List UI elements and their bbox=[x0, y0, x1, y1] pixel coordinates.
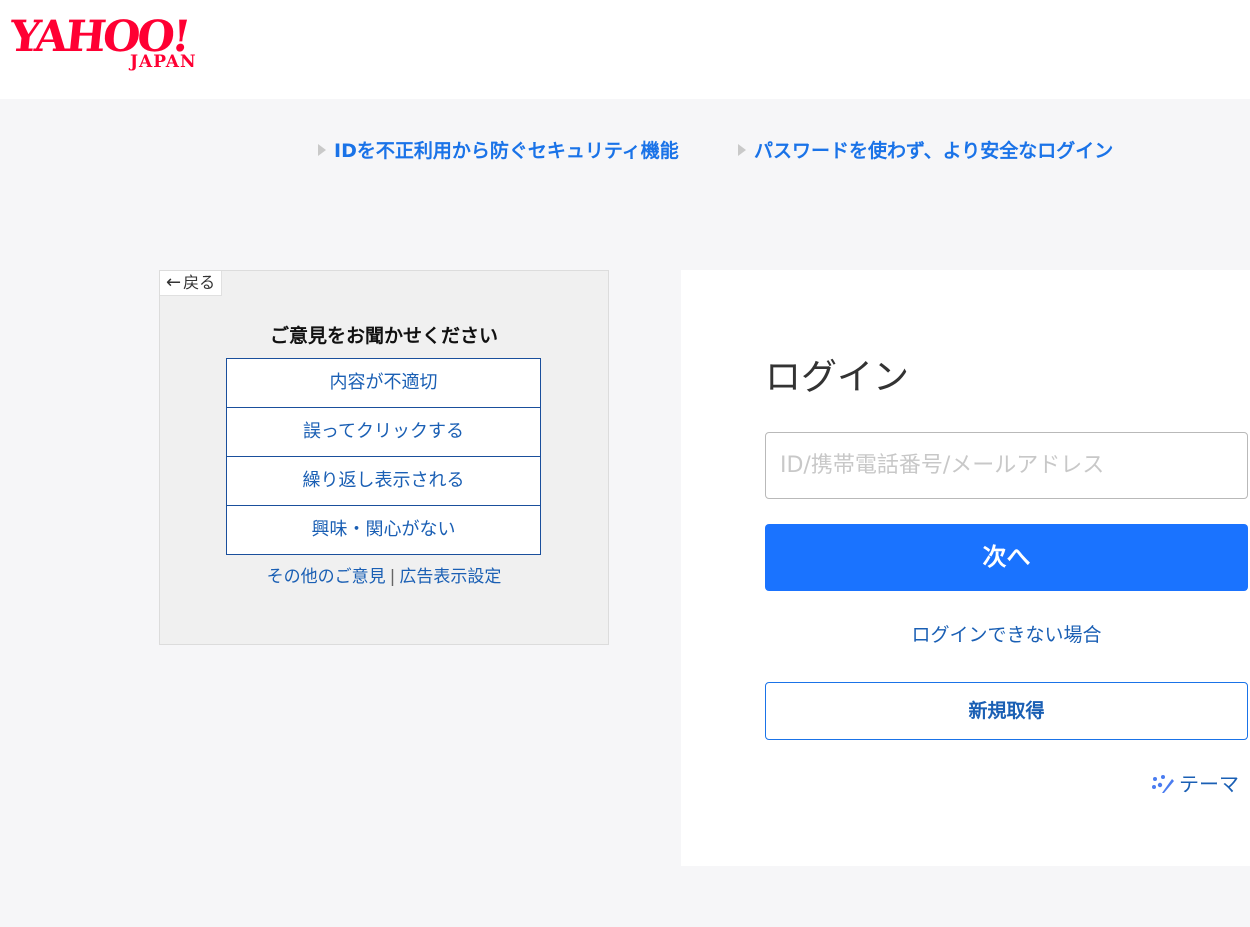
back-button-label: 戻る bbox=[183, 273, 216, 292]
sparkle-icon bbox=[1152, 774, 1174, 793]
promo-link-security[interactable]: IDを不正利用から防ぐセキュリティ機能 bbox=[318, 138, 679, 164]
ad-settings-link[interactable]: 広告表示設定 bbox=[399, 567, 501, 587]
promo-link-label: パスワードを使わず、より安全なログイン bbox=[754, 140, 1114, 162]
ad-feedback-box: ← 戻る ご意見をお聞かせください 内容が不適切 誤ってクリックする 繰り返し表示… bbox=[159, 270, 609, 645]
theme-label: テーマ bbox=[1179, 772, 1239, 796]
feedback-option-not-interested[interactable]: 興味・関心がない bbox=[227, 505, 540, 554]
signup-button[interactable]: 新規取得 bbox=[765, 682, 1248, 740]
login-panel: ログイン 次へ ログインできない場合 新規取得 テーマ bbox=[681, 270, 1250, 866]
feedback-option-repetitive[interactable]: 繰り返し表示される bbox=[227, 456, 540, 505]
ad-feedback-links: その他のご意見 | 広告表示設定 bbox=[160, 565, 608, 589]
promo-link-label: IDを不正利用から防ぐセキュリティ機能 bbox=[334, 140, 679, 162]
header: YAHOO! JAPAN bbox=[0, 0, 1250, 99]
logo-japan-text: JAPAN bbox=[130, 52, 197, 72]
next-button[interactable]: 次へ bbox=[765, 524, 1248, 591]
login-id-input[interactable] bbox=[765, 432, 1248, 499]
arrow-left-icon: ← bbox=[166, 272, 182, 293]
link-separator: | bbox=[389, 567, 396, 587]
feedback-option-inappropriate[interactable]: 内容が不適切 bbox=[227, 359, 540, 407]
promo-link-passwordless[interactable]: パスワードを使わず、より安全なログイン bbox=[738, 138, 1113, 164]
other-feedback-link[interactable]: その他のご意見 bbox=[267, 567, 386, 587]
feedback-option-misclick[interactable]: 誤ってクリックする bbox=[227, 407, 540, 456]
theme-button[interactable]: テーマ bbox=[1151, 771, 1239, 797]
ad-feedback-title: ご意見をお聞かせください bbox=[269, 325, 498, 347]
triangle-right-icon bbox=[318, 143, 326, 156]
triangle-right-icon bbox=[738, 143, 746, 156]
feedback-options: 内容が不適切 誤ってクリックする 繰り返し表示される 興味・関心がない bbox=[226, 358, 541, 555]
yahoo-japan-logo[interactable]: YAHOO! JAPAN bbox=[7, 12, 220, 74]
cant-login-link[interactable]: ログインできない場合 bbox=[765, 622, 1248, 648]
back-button[interactable]: ← 戻る bbox=[160, 271, 223, 296]
login-title: ログイン bbox=[765, 357, 910, 398]
